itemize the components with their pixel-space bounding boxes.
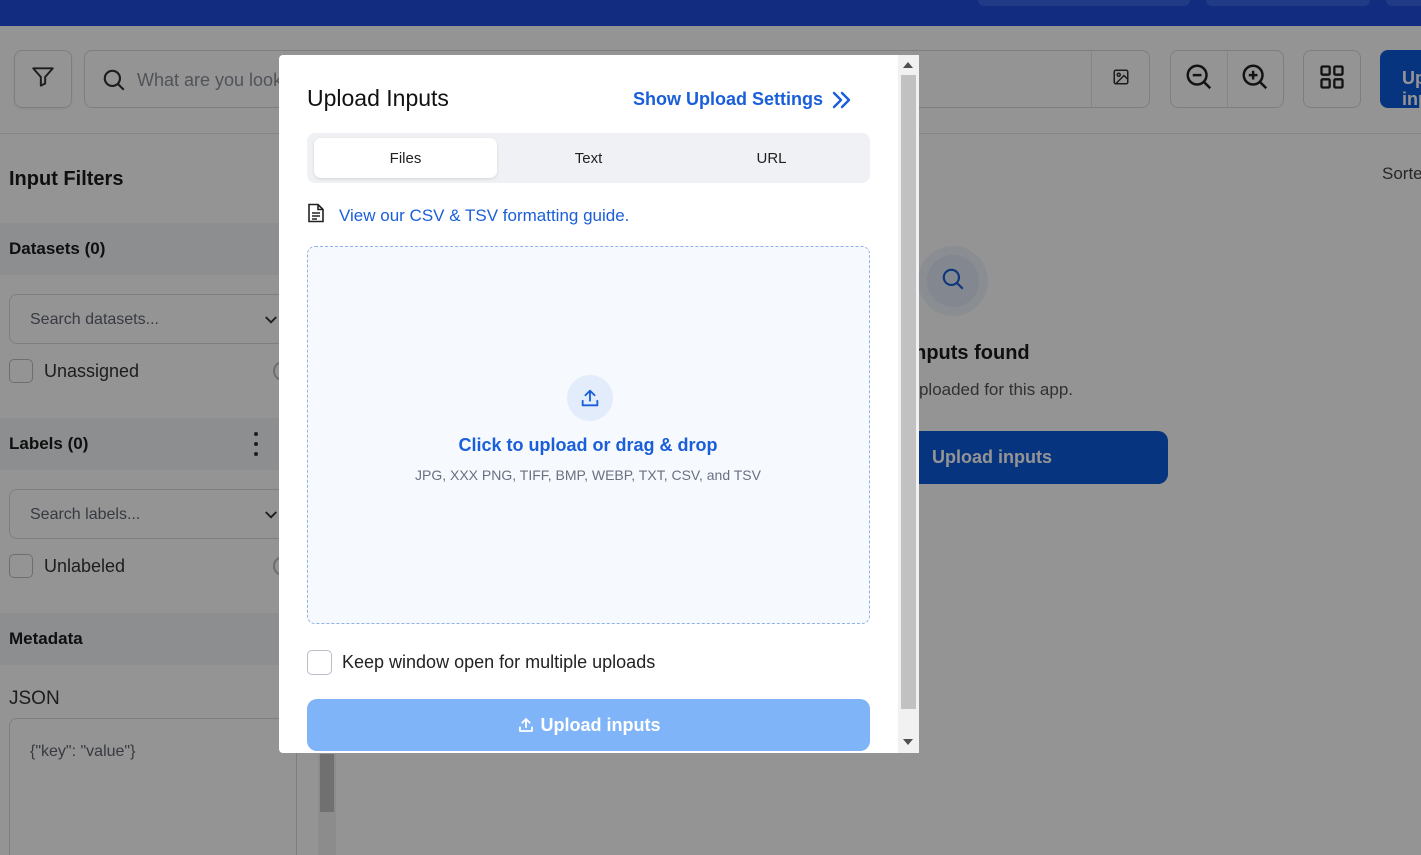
modal-upload-button-label: Upload inputs: [540, 714, 661, 735]
keep-window-open-row[interactable]: Keep window open for multiple uploads: [307, 650, 655, 675]
show-upload-settings-link[interactable]: Show Upload Settings: [633, 89, 823, 110]
csv-guide-row: View our CSV & TSV formatting guide.: [307, 203, 629, 228]
dropzone-file-types: JPG, XXX PNG, TIFF, BMP, WEBP, TXT, CSV,…: [415, 467, 761, 483]
tab-text[interactable]: Text: [497, 138, 680, 178]
tab-files[interactable]: Files: [314, 138, 497, 178]
keep-window-open-label: Keep window open for multiple uploads: [342, 652, 656, 672]
upload-type-tabs: Files Text URL: [307, 133, 870, 183]
upload-icon: [567, 375, 613, 421]
scroll-down-arrow-icon[interactable]: [903, 739, 913, 745]
upload-icon: [518, 718, 533, 732]
document-icon: [307, 203, 325, 228]
double-chevron-right-icon[interactable]: [831, 87, 853, 118]
modal-upload-inputs-button[interactable]: Upload inputs: [307, 699, 870, 751]
csv-guide-link[interactable]: View our CSV & TSV formatting guide.: [339, 206, 629, 226]
tab-url[interactable]: URL: [680, 138, 863, 178]
scrollbar-thumb[interactable]: [901, 75, 916, 709]
modal-title: Upload Inputs: [307, 85, 449, 111]
scroll-up-arrow-icon[interactable]: [903, 62, 913, 68]
dropzone-instruction[interactable]: Click to upload or drag & drop: [308, 435, 868, 456]
keep-window-open-checkbox[interactable]: [307, 650, 332, 675]
file-dropzone[interactable]: Click to upload or drag & drop JPG, XXX …: [307, 246, 870, 624]
upload-inputs-modal: Upload Inputs Show Upload Settings Files…: [279, 55, 919, 753]
modal-scrollbar[interactable]: [898, 55, 919, 753]
